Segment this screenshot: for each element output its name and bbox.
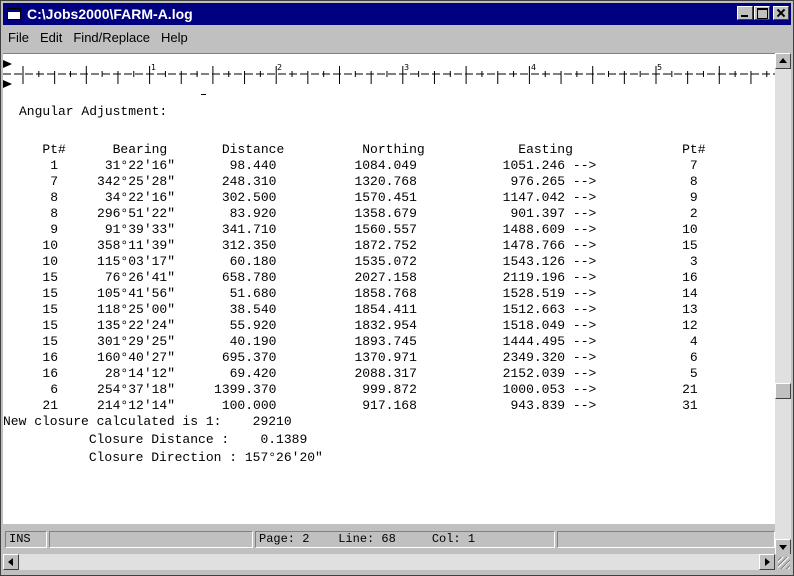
ruler-number-2: 2 <box>277 63 282 72</box>
table-row: 8 296°51'22" 83.920 1358.679 901.397 -->… <box>19 206 698 221</box>
resize-grip-icon[interactable] <box>775 554 791 570</box>
text-editor[interactable]: Angular Adjustment: Pt# Bearing Distance… <box>3 94 775 524</box>
section-heading: Angular Adjustment: <box>19 104 168 119</box>
closure-direction: Closure Direction : 157°26'20" <box>3 450 323 465</box>
closure-ratio: New closure calculated is 1: 29210 <box>3 414 292 429</box>
window-controls <box>736 6 789 20</box>
table-row: 15 118°25'00" 38.540 1854.411 1512.663 -… <box>19 302 698 317</box>
ruler-number-5: 5 <box>657 63 662 72</box>
cursor-position: Page: 2 Line: 68 Col: 1 <box>255 531 555 548</box>
table-row: 15 135°22'24" 55.920 1832.954 1518.049 -… <box>19 318 698 333</box>
scroll-thumb[interactable] <box>775 383 791 399</box>
scroll-down-button[interactable] <box>775 539 791 555</box>
left-indent-marker[interactable] <box>3 80 12 88</box>
table-row: 15 105°41'56" 51.680 1858.768 1528.519 -… <box>19 286 698 301</box>
scroll-left-button[interactable] <box>3 554 19 570</box>
window-title: C:\Jobs2000\FARM-A.log <box>27 6 193 22</box>
table-row: 10 358°11'39" 312.350 1872.752 1478.766 … <box>19 238 698 253</box>
scroll-up-button[interactable] <box>775 53 791 69</box>
ruler[interactable]: 1 2 3 4 5 <box>3 53 775 94</box>
title-bar[interactable]: C:\Jobs2000\FARM-A.log <box>3 3 791 25</box>
ruler-number-1: 1 <box>151 63 156 72</box>
ruler-numbers: 1 2 3 4 5 <box>151 63 662 72</box>
app-window: C:\Jobs2000\FARM-A.log File Edit Find/Re… <box>0 0 794 576</box>
minimize-button[interactable] <box>737 6 753 20</box>
text-cursor <box>201 94 206 95</box>
status-extra-field <box>557 531 775 548</box>
arrow-down-icon <box>779 545 787 550</box>
ruler-graphic: 1 2 3 4 5 <box>3 60 775 88</box>
scroll-right-button[interactable] <box>759 554 775 570</box>
menu-bar: File Edit Find/Replace Help <box>3 26 791 48</box>
notepad-app-icon[interactable] <box>7 8 21 20</box>
table-row: 7 342°25'28" 248.310 1320.768 976.265 --… <box>19 174 698 189</box>
menu-help[interactable]: Help <box>156 30 194 45</box>
close-button[interactable] <box>773 6 789 20</box>
arrow-up-icon <box>779 58 787 63</box>
horizontal-scrollbar[interactable] <box>3 554 775 570</box>
status-bar: INS Page: 2 Line: 68 Col: 1 <box>3 528 775 550</box>
table-row: 6 254°37'18" 1399.370 999.872 1000.053 -… <box>19 382 698 397</box>
table-row: 8 34°22'16" 302.500 1570.451 1147.042 --… <box>19 190 698 205</box>
table-row: 15 301°29'25" 40.190 1893.745 1444.495 -… <box>19 334 698 349</box>
table-row: 1 31°22'16" 98.440 1084.049 1051.246 -->… <box>19 158 698 173</box>
menu-find-replace[interactable]: Find/Replace <box>68 30 156 45</box>
arrow-right-icon <box>765 558 770 566</box>
ruler-number-4: 4 <box>531 63 536 72</box>
table-row: 16 28°14'12" 69.420 2088.317 2152.039 --… <box>19 366 698 381</box>
table-row: 15 76°26'41" 658.780 2027.158 2119.196 -… <box>19 270 698 285</box>
first-line-indent-marker[interactable] <box>3 60 12 68</box>
ruler-number-3: 3 <box>404 63 409 72</box>
maximize-button[interactable] <box>754 6 770 20</box>
arrow-left-icon <box>8 558 13 566</box>
table-row: 9 91°39'33" 341.710 1560.557 1488.609 --… <box>19 222 698 237</box>
table-header: Pt# Bearing Distance Northing Easting Pt… <box>19 142 706 157</box>
closure-distance: Closure Distance : 0.1389 <box>3 432 308 447</box>
table-row: 10 115°03'17" 60.180 1535.072 1543.126 -… <box>19 254 698 269</box>
table-row: 16 160°40'27" 695.370 1370.971 2349.320 … <box>19 350 698 365</box>
table-row: 21 214°12'14" 100.000 917.168 943.839 --… <box>19 398 698 413</box>
menu-edit[interactable]: Edit <box>35 30 68 45</box>
vertical-scrollbar[interactable] <box>775 53 791 555</box>
insert-mode-indicator: INS <box>5 531 47 548</box>
menu-file[interactable]: File <box>3 30 35 45</box>
status-message-field <box>49 531 253 548</box>
